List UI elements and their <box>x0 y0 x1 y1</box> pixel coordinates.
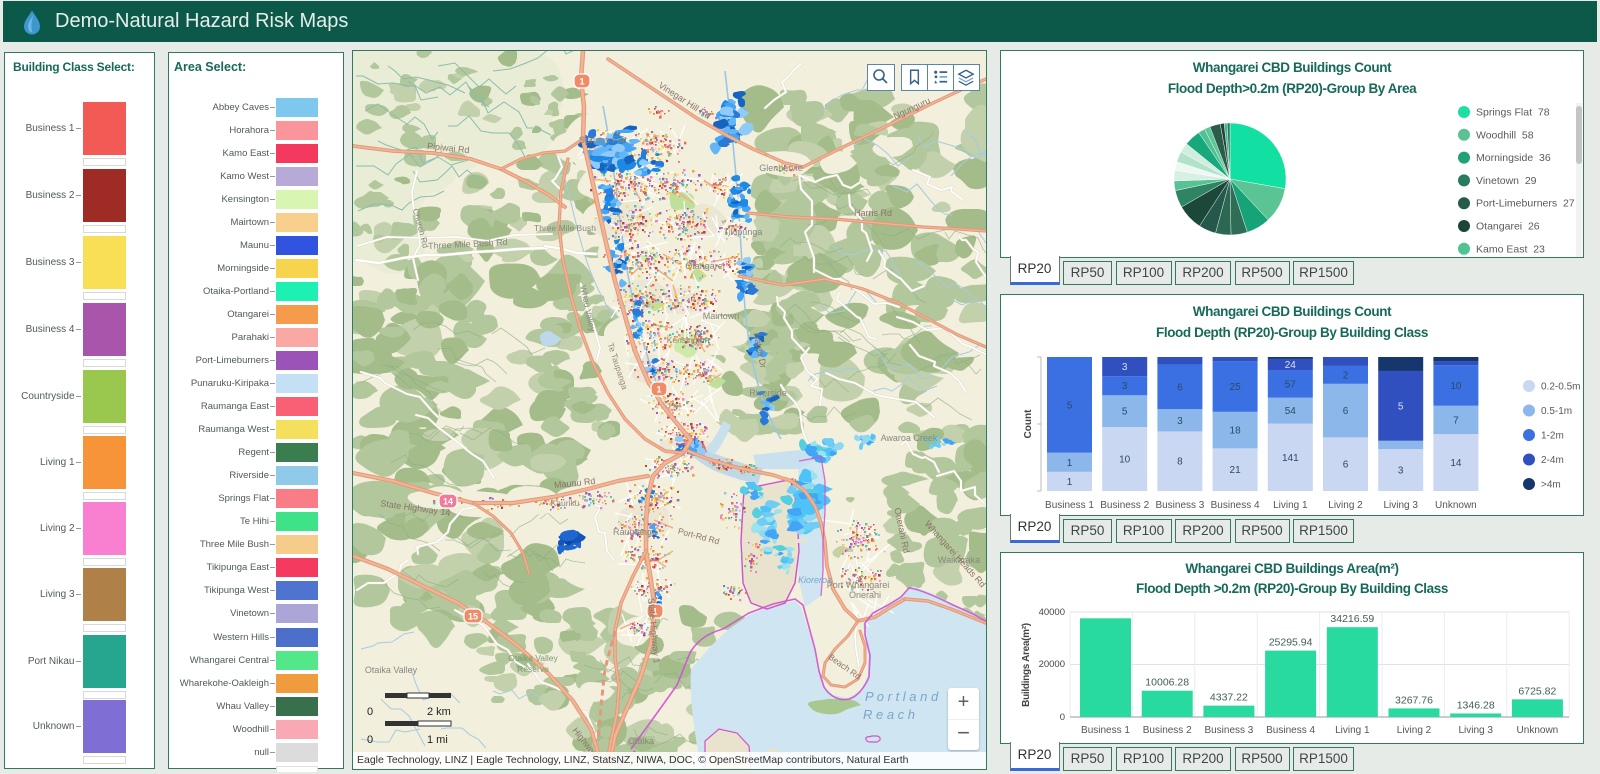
svg-text:0.2-0.5m: 0.2-0.5m <box>1541 382 1580 393</box>
svg-text:54: 54 <box>1285 406 1297 417</box>
svg-text:Morningside 36: Morningside 36 <box>1476 152 1551 164</box>
svg-text:Springs Flat: Springs Flat <box>579 135 628 145</box>
svg-text:Living 3: Living 3 <box>1383 500 1418 511</box>
svg-text:Kauriku: Kauriku <box>551 498 580 508</box>
svg-text:Mairtown: Mairtown <box>703 311 740 321</box>
svg-text:Glenbervie: Glenbervie <box>759 163 803 173</box>
svg-text:Springs Flat 78: Springs Flat 78 <box>1476 107 1550 119</box>
svg-text:10006.28: 10006.28 <box>1145 677 1189 689</box>
svg-text:Buildings Area(m²): Buildings Area(m²) <box>1021 623 1032 707</box>
svg-text:6: 6 <box>1343 460 1349 471</box>
svg-text:Living 1: Living 1 <box>1273 500 1308 511</box>
svg-text:Woodhill 58: Woodhill 58 <box>1476 129 1534 141</box>
svg-text:3267.76: 3267.76 <box>1395 694 1433 706</box>
svg-text:Business 4: Business 4 <box>1211 500 1260 511</box>
svg-text:Otangarei: Otangarei <box>685 261 725 271</box>
svg-text:25: 25 <box>1230 382 1242 393</box>
svg-text:5: 5 <box>1122 407 1128 418</box>
svg-text:1-2m: 1-2m <box>1541 431 1564 442</box>
svg-text:Business 3: Business 3 <box>1204 725 1253 736</box>
svg-text:Awaroa Creek: Awaroa Creek <box>881 433 938 443</box>
svg-text:1346.28: 1346.28 <box>1457 700 1495 712</box>
svg-text:1: 1 <box>579 77 584 87</box>
svg-text:Business 2: Business 2 <box>1100 500 1149 511</box>
svg-text:10: 10 <box>1119 455 1131 466</box>
svg-text:57: 57 <box>1285 380 1297 391</box>
svg-text:Otaika Valley: Otaika Valley <box>508 653 558 663</box>
svg-text:6: 6 <box>1343 406 1349 417</box>
svg-text:14: 14 <box>1450 458 1462 469</box>
svg-text:Three Mile Bush: Three Mile Bush <box>534 223 596 233</box>
svg-text:Kensington: Kensington <box>667 335 710 345</box>
svg-text:24: 24 <box>1285 360 1297 371</box>
svg-text:15: 15 <box>468 612 478 622</box>
svg-text:0.5-1m: 0.5-1m <box>1541 406 1572 417</box>
svg-text:Business 4: Business 4 <box>1266 725 1315 736</box>
svg-text:0: 0 <box>367 706 373 718</box>
svg-text:1: 1 <box>1067 458 1073 469</box>
svg-text:1: 1 <box>656 385 661 395</box>
svg-text:14: 14 <box>443 497 453 507</box>
svg-text:0: 0 <box>367 734 373 746</box>
svg-text:Otaika Valley: Otaika Valley <box>365 665 418 675</box>
svg-text:Port-Limeburners 27: Port-Limeburners 27 <box>1476 198 1575 210</box>
svg-text:3: 3 <box>1398 466 1404 477</box>
svg-text:18: 18 <box>1230 426 1242 437</box>
svg-text:Kioreroa: Kioreroa <box>798 575 832 585</box>
svg-text:Living 2: Living 2 <box>1397 725 1432 736</box>
svg-text:6725.82: 6725.82 <box>1518 685 1556 697</box>
svg-text:5: 5 <box>1067 400 1073 411</box>
svg-text:2: 2 <box>1343 370 1349 381</box>
svg-text:Unknown: Unknown <box>1435 500 1477 511</box>
svg-text:Kamo East 23: Kamo East 23 <box>1476 243 1545 255</box>
svg-text:1: 1 <box>1067 477 1073 488</box>
svg-text:Business 3: Business 3 <box>1155 500 1204 511</box>
svg-text:34216.59: 34216.59 <box>1330 613 1374 625</box>
svg-text:141: 141 <box>1282 453 1299 464</box>
svg-text:40000: 40000 <box>1039 607 1065 618</box>
svg-text:Riverside: Riverside <box>749 388 787 398</box>
svg-text:0: 0 <box>1060 712 1065 723</box>
svg-text:3: 3 <box>1122 362 1128 373</box>
svg-text:2-4m: 2-4m <box>1541 455 1564 466</box>
svg-text:Onerahi: Onerahi <box>849 590 881 600</box>
svg-text:Otaika: Otaika <box>628 736 654 746</box>
svg-text:Business 1: Business 1 <box>1045 500 1094 511</box>
svg-text:Raumanga: Raumanga <box>613 527 657 537</box>
svg-text:21: 21 <box>1230 465 1242 476</box>
svg-text:8: 8 <box>1177 457 1183 468</box>
svg-text:Count: Count <box>1023 409 1034 439</box>
svg-text:6: 6 <box>1177 382 1183 393</box>
svg-text:4337.22: 4337.22 <box>1210 692 1248 704</box>
svg-text:20000: 20000 <box>1039 659 1065 670</box>
svg-text:3: 3 <box>1177 416 1183 427</box>
svg-text:Vinetown 29: Vinetown 29 <box>1476 175 1537 187</box>
svg-text:P o r t l a n d: P o r t l a n d <box>865 689 939 704</box>
svg-text:Living 2: Living 2 <box>1328 500 1363 511</box>
svg-text:25295.94: 25295.94 <box>1269 637 1313 649</box>
svg-text:Port Whangarei: Port Whangarei <box>827 580 890 590</box>
svg-text:1 mi: 1 mi <box>427 734 448 746</box>
svg-text:Unknown: Unknown <box>1517 725 1559 736</box>
svg-text:10: 10 <box>1450 381 1462 392</box>
svg-text:2 km: 2 km <box>427 706 451 718</box>
svg-text:Otangarei 26: Otangarei 26 <box>1476 221 1540 233</box>
svg-text:Harris Rd: Harris Rd <box>854 208 892 218</box>
svg-text:Living 3: Living 3 <box>1458 725 1493 736</box>
svg-text:Living 1: Living 1 <box>1335 725 1370 736</box>
svg-text:Business 2: Business 2 <box>1143 725 1192 736</box>
svg-text:7: 7 <box>1453 415 1459 426</box>
svg-text:Business 1: Business 1 <box>1081 725 1130 736</box>
svg-text:3: 3 <box>1122 381 1128 392</box>
svg-text:R e a c h: R e a c h <box>863 707 915 722</box>
svg-text:5: 5 <box>1398 401 1404 412</box>
svg-text:>4m: >4m <box>1541 480 1561 491</box>
svg-text:Reserve: Reserve <box>517 664 549 674</box>
svg-text:Tikipunga: Tikipunga <box>724 227 763 237</box>
